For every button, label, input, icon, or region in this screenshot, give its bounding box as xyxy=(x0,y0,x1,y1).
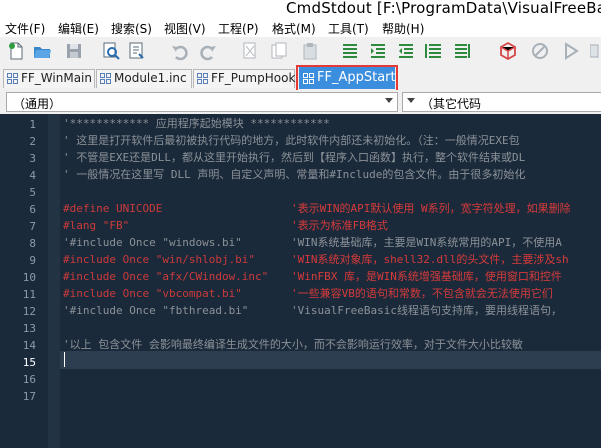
uncomment-icon[interactable] xyxy=(452,41,472,61)
code-line[interactable]: ' 一般情况在这里写 DLL 声明、自定义声明、常量和#Include的包含文件… xyxy=(63,166,525,183)
more-icon[interactable] xyxy=(589,41,601,61)
code-comment: 'VisualFreeBasic线程语句支持库，要用线程语句， xyxy=(291,304,562,317)
line-number: 9 xyxy=(29,254,36,267)
current-line-highlight xyxy=(60,351,601,369)
code-line[interactable]: #lang "FB" xyxy=(63,217,129,234)
line-number: 3 xyxy=(29,152,36,165)
line-number: 4 xyxy=(29,169,36,182)
paste-icon[interactable] xyxy=(300,41,320,61)
menu-view[interactable]: 视图(V) xyxy=(164,20,206,37)
line-number: 16 xyxy=(22,373,36,386)
menu-project[interactable]: 工程(P) xyxy=(218,20,259,37)
module-icon xyxy=(7,73,18,84)
selector-row: （通用） （其它代码 xyxy=(0,90,601,114)
tab-label: FF_PumpHook xyxy=(211,71,296,85)
chevron-down-icon xyxy=(385,98,393,103)
line-number-gutter: 1 2 3 4 5 6 7 8 9 10 11 12 13 14 15 16 1… xyxy=(0,114,48,448)
menu-help[interactable]: 帮助(H) xyxy=(382,20,424,37)
compile-icon[interactable] xyxy=(498,41,518,61)
code-line[interactable]: ' 这里是打开软件后最初被执行代码的地方，此时软件内部还未初始化。（注：一般情况… xyxy=(63,132,520,149)
line-number: 7 xyxy=(29,220,36,233)
find-replace-icon[interactable] xyxy=(127,41,147,61)
line-number: 14 xyxy=(22,339,36,352)
code-comment: 'WinFBX 库，是WIN系统增强基础库，使用窗口和控件 xyxy=(291,270,562,283)
new-file-icon[interactable] xyxy=(6,41,26,61)
code-line[interactable]: '#include Once "windows.bi" xyxy=(63,234,242,251)
code-comment: 'WIN系统基础库，主要是WIN系统常用的API，不使用A xyxy=(291,236,562,249)
code-comment: '一些兼容VB的语句和常数，不包含就会无法使用它们 xyxy=(291,287,553,300)
tab-label: Module1.inc xyxy=(114,71,187,85)
code-editor[interactable]: 1 2 3 4 5 6 7 8 9 10 11 12 13 14 15 16 1… xyxy=(0,114,601,448)
code-comment: '表示WIN的API默认使用 W系列，宽字符处理，如果删除 xyxy=(291,202,571,215)
line-number: 15 xyxy=(22,356,36,369)
find-icon[interactable] xyxy=(101,41,121,61)
code-line[interactable]: #include Once "vbcompat.bi" xyxy=(63,285,242,302)
copy-icon[interactable] xyxy=(269,41,289,61)
chevron-down-icon xyxy=(407,98,415,103)
align-icon[interactable] xyxy=(340,41,360,61)
code-comment: '表示为标准FB格式 xyxy=(291,219,388,232)
comment-icon[interactable] xyxy=(424,41,444,61)
code-line[interactable]: #include Once "afx/CWindow.inc" xyxy=(63,268,268,285)
code-line[interactable]: #define UNICODE xyxy=(63,200,162,217)
procedure-selector[interactable]: （其它代码 xyxy=(402,92,601,112)
line-number: 13 xyxy=(22,322,36,335)
line-number: 11 xyxy=(22,288,36,301)
window-title: CmdStdout [F:\ProgramData\VisualFreeBasi… xyxy=(286,0,601,17)
open-folder-icon[interactable] xyxy=(32,41,52,61)
line-number: 6 xyxy=(29,203,36,216)
tab-label: FF_WinMain xyxy=(21,71,92,85)
menu-search[interactable]: 搜索(S) xyxy=(111,20,152,37)
line-number: 5 xyxy=(29,186,36,199)
tab-module1-inc[interactable]: Module1.inc xyxy=(96,69,192,88)
code-line[interactable]: ' 不管是EXE还是DLL，都从这里开始执行，然后到【程序入口函数】执行，整个软… xyxy=(63,149,525,166)
code-line[interactable]: '#include Once "fbthread.bi" xyxy=(63,302,248,319)
menu-file[interactable]: 文件(F) xyxy=(5,20,45,37)
text-caret xyxy=(64,352,65,367)
line-number: 1 xyxy=(29,118,36,131)
code-line[interactable]: '************ 应用程序起始模块 ************ xyxy=(63,115,330,132)
tab-ff-winmain[interactable]: FF_WinMain xyxy=(3,69,95,88)
line-number: 10 xyxy=(22,271,36,284)
redo-icon[interactable] xyxy=(198,41,218,61)
title-bar: CmdStdout [F:\ProgramData\VisualFreeBasi… xyxy=(0,0,601,18)
fold-margin[interactable] xyxy=(48,114,60,448)
outdent-icon[interactable] xyxy=(396,41,416,61)
menu-format[interactable]: 格式(M) xyxy=(272,20,316,37)
menu-bar: 文件(F) 编辑(E) 搜索(S) 视图(V) 工程(P) 格式(M) 工具(T… xyxy=(0,18,601,37)
line-number: 17 xyxy=(22,390,36,403)
menu-tools[interactable]: 工具(T) xyxy=(328,20,369,37)
toolbar xyxy=(0,37,601,65)
stop-icon[interactable] xyxy=(530,41,550,61)
module-icon xyxy=(100,73,111,84)
tab-ff-pumphook[interactable]: FF_PumpHook xyxy=(193,69,295,88)
indent-icon[interactable] xyxy=(368,41,388,61)
code-line[interactable]: #include Once "win/shlobj.bi" xyxy=(63,251,255,268)
cut-icon[interactable] xyxy=(240,41,260,61)
undo-icon[interactable] xyxy=(170,41,190,61)
menu-edit[interactable]: 编辑(E) xyxy=(58,20,99,37)
line-number: 12 xyxy=(22,305,36,318)
line-number: 8 xyxy=(29,237,36,250)
object-selector[interactable]: （通用） xyxy=(6,92,398,112)
code-comment: 'WIN系统对象库，shell32.dll的头文件，主要涉及sh xyxy=(291,253,569,266)
run-icon[interactable] xyxy=(561,41,581,61)
object-selector-value: （通用） xyxy=(13,97,62,111)
line-number: 2 xyxy=(29,135,36,148)
code-line[interactable]: '以上 包含文件 会影响最终编译生成文件的大小，而不会影响运行效率，对于文件大小… xyxy=(63,336,523,353)
save-icon[interactable] xyxy=(64,41,84,61)
procedure-selector-value: （其它代码 xyxy=(421,97,482,111)
module-icon xyxy=(197,73,208,84)
